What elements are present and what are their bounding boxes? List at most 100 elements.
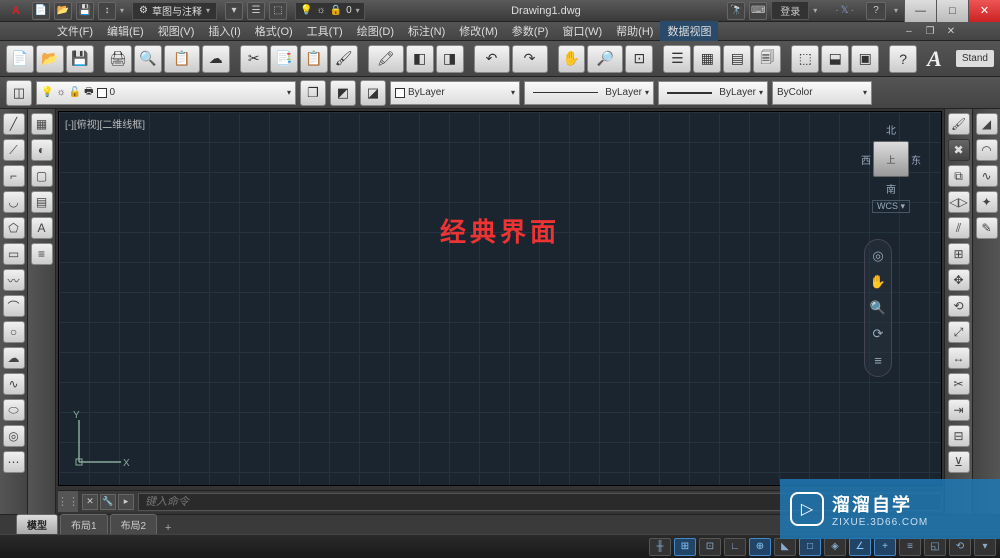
- keyword-icon[interactable]: ⌨: [749, 2, 767, 20]
- layers-button[interactable]: ❐: [300, 80, 326, 106]
- preview-button[interactable]: 📋: [164, 45, 200, 73]
- layerp-button[interactable]: ◩: [330, 80, 356, 106]
- array-tool[interactable]: ⊞: [948, 243, 970, 265]
- qat-open-icon[interactable]: 📂: [54, 2, 72, 20]
- menu-draw[interactable]: 绘图(D): [350, 21, 401, 41]
- text-tool[interactable]: A: [31, 217, 53, 239]
- redo-button[interactable]: ↷: [512, 45, 548, 73]
- stretch-tool[interactable]: ↔: [948, 347, 970, 369]
- polygon-tool[interactable]: ⬠: [3, 217, 25, 239]
- status-snap-icon[interactable]: ⊡: [699, 538, 721, 556]
- donut-tool[interactable]: ◎: [3, 425, 25, 447]
- rect-tool[interactable]: ▭: [3, 243, 25, 265]
- sheet-button[interactable]: ▦: [693, 45, 721, 73]
- save-button[interactable]: 💾: [66, 45, 94, 73]
- circle-tool[interactable]: ○: [3, 321, 25, 343]
- standard-label[interactable]: Stand: [956, 50, 994, 67]
- paste-button[interactable]: 📋: [300, 45, 328, 73]
- cmd-close-icon[interactable]: ✕: [82, 494, 98, 510]
- status-dyn-icon[interactable]: +: [874, 538, 896, 556]
- cmd-wrench-icon[interactable]: 🔧: [100, 494, 116, 510]
- linetype-combo[interactable]: ByLayer ▾: [524, 81, 654, 105]
- ref-button[interactable]: ⬓: [821, 45, 849, 73]
- lineweight-combo[interactable]: ByLayer ▾: [658, 81, 768, 105]
- add-tab-button[interactable]: +: [159, 522, 177, 534]
- status-grid-icon[interactable]: ⊞: [674, 538, 696, 556]
- maximize-button[interactable]: □: [936, 0, 968, 22]
- menu-file[interactable]: 文件(F): [50, 21, 100, 41]
- chamfer-tool[interactable]: ◢: [976, 113, 998, 135]
- print-button[interactable]: 🖨: [104, 45, 132, 73]
- layer-button[interactable]: ◨: [436, 45, 464, 73]
- menu-dim[interactable]: 标注(N): [401, 21, 452, 41]
- mirror-tool[interactable]: ◁▷: [948, 191, 970, 213]
- fillet-tool[interactable]: ◠: [976, 139, 998, 161]
- rotate-tool[interactable]: ⟲: [948, 295, 970, 317]
- close-button[interactable]: ✕: [968, 0, 1000, 22]
- status-osnap-icon[interactable]: □: [799, 538, 821, 556]
- annotation-a-icon[interactable]: A: [919, 46, 950, 72]
- menu-view[interactable]: 视图(V): [151, 21, 202, 41]
- minimize-button[interactable]: —: [904, 0, 936, 22]
- viewcube-north[interactable]: 北: [861, 122, 921, 137]
- zoom-button[interactable]: 🔎: [587, 45, 623, 73]
- calc-button[interactable]: 🗐: [753, 45, 781, 73]
- chevron-down-icon[interactable]: ▾: [894, 6, 898, 15]
- nav-pan-icon[interactable]: ✋: [868, 272, 888, 292]
- copy2-tool[interactable]: ⧉: [948, 165, 970, 187]
- nav-zoom-icon[interactable]: 🔍: [868, 298, 888, 318]
- break-tool[interactable]: ⊟: [948, 425, 970, 447]
- menu-param[interactable]: 参数(P): [505, 21, 556, 41]
- markup-button[interactable]: ▣: [851, 45, 879, 73]
- help-icon[interactable]: ?: [866, 2, 886, 20]
- brush-button[interactable]: 🖍: [368, 45, 404, 73]
- chevron-down-icon[interactable]: ▾: [813, 6, 817, 15]
- spline-tool[interactable]: 〰: [3, 269, 25, 291]
- doc-close-icon[interactable]: ✕: [942, 23, 960, 39]
- revcloud-tool[interactable]: ☁: [3, 347, 25, 369]
- viewcube-east[interactable]: 东: [911, 152, 921, 167]
- layern-button[interactable]: ◪: [360, 80, 386, 106]
- drawing-canvas[interactable]: [-][俯视][二维线框] 经典界面 北 西 上 东 南 WCS ▾ X Y: [58, 111, 942, 486]
- plotstyle-combo[interactable]: ByColor ▾: [772, 81, 872, 105]
- properties-button[interactable]: ☰: [663, 45, 691, 73]
- status-qs-icon[interactable]: ▾: [974, 538, 996, 556]
- app-icon[interactable]: A: [6, 1, 26, 21]
- doc-min-icon[interactable]: –: [900, 23, 918, 39]
- extend-tool[interactable]: ⇥: [948, 399, 970, 421]
- cmd-arrow-icon[interactable]: ▸: [118, 494, 134, 510]
- menu-edit[interactable]: 编辑(E): [100, 21, 151, 41]
- menu-format[interactable]: 格式(O): [248, 21, 300, 41]
- gradient-tool[interactable]: ◐: [31, 139, 53, 161]
- zoom-window-button[interactable]: ⊡: [625, 45, 653, 73]
- qat-icon[interactable]: ▾: [225, 2, 243, 20]
- cline-tool[interactable]: ⟋: [3, 139, 25, 161]
- qat-dropdown-icon[interactable]: ▾: [120, 6, 124, 15]
- layer-qat[interactable]: 💡 ☼ 🔒 0 ▾: [295, 2, 365, 20]
- pan-button[interactable]: ✋: [558, 45, 586, 73]
- menu-window[interactable]: 窗口(W): [555, 21, 609, 41]
- region-tool[interactable]: ▢: [31, 165, 53, 187]
- trim-tool[interactable]: ✂: [948, 373, 970, 395]
- status-3dosnap-icon[interactable]: ◈: [824, 538, 846, 556]
- undo-button[interactable]: ↶: [474, 45, 510, 73]
- doc-restore-icon[interactable]: ❐: [921, 23, 939, 39]
- status-polar-icon[interactable]: ⊕: [749, 538, 771, 556]
- status-iso-icon[interactable]: ◣: [774, 538, 796, 556]
- status-lwt-icon[interactable]: ≡: [899, 538, 921, 556]
- copy-button[interactable]: 📑: [270, 45, 298, 73]
- status-cycle-icon[interactable]: ⟲: [949, 538, 971, 556]
- hatch-tool[interactable]: ▦: [31, 113, 53, 135]
- status-ortho-icon[interactable]: ∟: [724, 538, 746, 556]
- status-model-icon[interactable]: ╫: [649, 538, 671, 556]
- menu-insert[interactable]: 插入(I): [201, 21, 247, 41]
- tab-layout1[interactable]: 布局1: [60, 514, 108, 534]
- menu-help[interactable]: 帮助(H): [609, 21, 660, 41]
- viewcube[interactable]: 北 西 上 东 南 WCS ▾: [861, 122, 921, 213]
- plot-button[interactable]: 🔍: [134, 45, 162, 73]
- mline-tool[interactable]: ≡: [31, 243, 53, 265]
- menu-tools[interactable]: 工具(T): [300, 21, 350, 41]
- open-button[interactable]: 📂: [36, 45, 64, 73]
- viewcube-west[interactable]: 西: [861, 152, 871, 167]
- line-tool[interactable]: ╱: [3, 113, 25, 135]
